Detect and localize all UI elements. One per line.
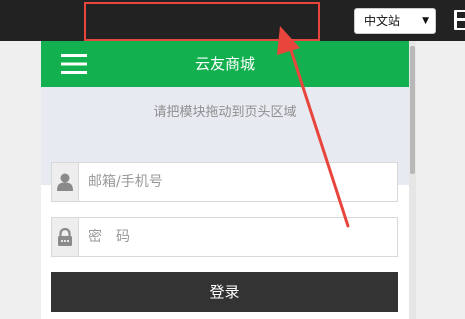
login-button[interactable]: 登录 [51, 272, 398, 312]
password-field[interactable]: 密 码 [51, 217, 398, 257]
editor-page: 中文站 ▼ 云友商城 请把模块拖动到页头区域 邮箱/手机号 密 码 登录 [0, 0, 465, 319]
user-icon [57, 173, 73, 191]
top-toolbar: 中文站 ▼ [0, 0, 465, 41]
email-field-icon-cell [52, 163, 79, 201]
language-select-value: 中文站 [364, 14, 401, 28]
mobile-preview: 云友商城 请把模块拖动到页头区域 邮箱/手机号 密 码 登录 [41, 41, 409, 319]
chevron-down-icon: ▼ [422, 16, 429, 26]
email-placeholder: 邮箱/手机号 [88, 174, 163, 190]
scrollbar-thumb[interactable] [410, 46, 415, 174]
email-field[interactable]: 邮箱/手机号 [51, 162, 398, 202]
save-icon[interactable] [454, 10, 465, 30]
lock-icon [58, 228, 72, 246]
app-header: 云友商城 [41, 41, 409, 87]
language-select[interactable]: 中文站 ▼ [354, 8, 436, 34]
password-placeholder: 密 码 [88, 229, 130, 245]
password-field-icon-cell [52, 218, 79, 256]
scrollbar[interactable] [409, 41, 416, 319]
menu-icon[interactable] [61, 53, 87, 75]
app-title: 云友商城 [194, 55, 255, 73]
